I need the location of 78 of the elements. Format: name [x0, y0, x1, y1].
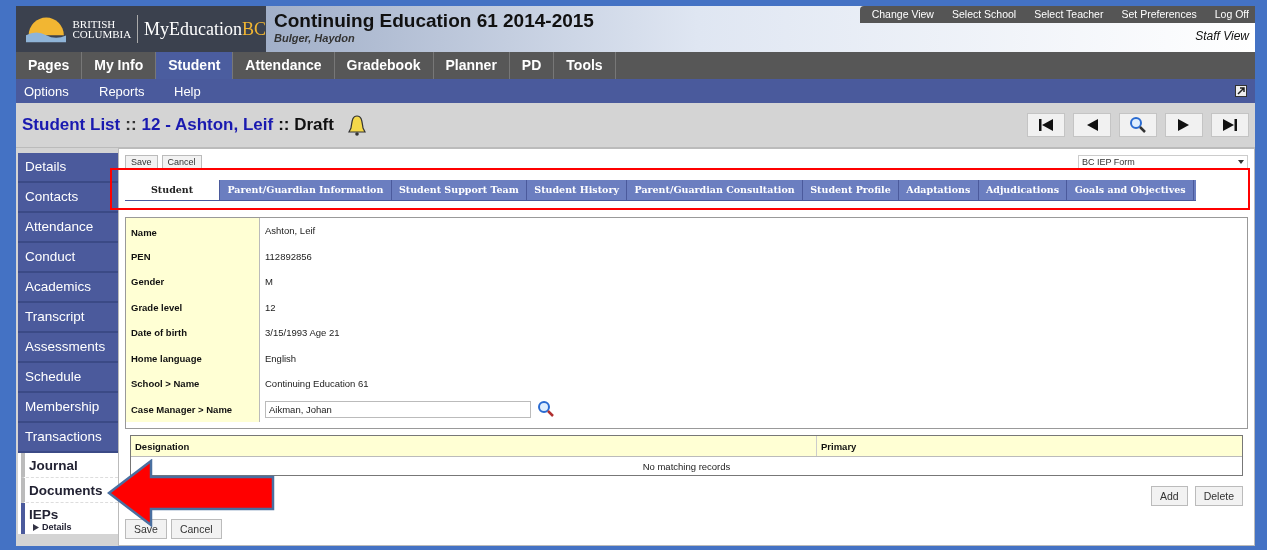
- input-field[interactable]: Aikman, Johan: [265, 400, 531, 418]
- form-tab[interactable]: Adaptations: [899, 180, 979, 200]
- school-title: Continuing Education 61 2014-2015: [274, 10, 594, 32]
- field-label: Home language: [126, 345, 260, 371]
- field-value: Continuing Education 61: [265, 378, 369, 390]
- bell-icon: [346, 114, 367, 136]
- menu-link[interactable]: Options: [24, 83, 99, 99]
- next-record-button[interactable]: [1165, 113, 1203, 137]
- field-label: PEN: [126, 243, 260, 269]
- logo-text: BRITISH: [72, 19, 117, 29]
- field-label: Date of birth: [126, 320, 260, 346]
- field-value: Ashton, Leif: [265, 225, 316, 237]
- side-tab[interactable]: Membership: [18, 393, 118, 423]
- form-tab[interactable]: Parent/Guardian Consultation: [627, 180, 803, 200]
- field-label: Gender: [126, 269, 260, 295]
- header-link[interactable]: Select Teacher: [1034, 8, 1104, 20]
- record-status: :: Draft: [278, 115, 334, 135]
- breadcrumb-link[interactable]: 12 - Ashton, Leif: [141, 115, 274, 135]
- logo-text: MyEducationBC: [144, 18, 266, 40]
- back-icon: [1085, 118, 1099, 132]
- skip-forward-icon: [1222, 118, 1238, 132]
- field-value: M: [265, 276, 273, 288]
- column-header: Designation: [131, 436, 817, 456]
- menu-link[interactable]: Reports: [99, 83, 174, 99]
- first-record-button[interactable]: [1027, 113, 1065, 137]
- field-label: Case Manager > Name: [126, 396, 260, 422]
- form-tab[interactable]: Student: [125, 180, 221, 200]
- logo-text: COLUMBIA: [72, 29, 132, 39]
- form-button[interactable]: Save: [125, 519, 167, 539]
- form-button[interactable]: Cancel: [161, 155, 202, 169]
- side-tab[interactable]: Details: [18, 153, 118, 183]
- form-button[interactable]: Cancel: [170, 519, 222, 539]
- search-icon[interactable]: [537, 400, 555, 419]
- form-tab[interactable]: Student History: [527, 180, 628, 200]
- side-tab[interactable]: Academics: [18, 273, 118, 303]
- side-tab[interactable]: Transactions: [18, 423, 118, 453]
- form-tab[interactable]: Adjudications: [978, 180, 1068, 200]
- breadcrumb-link[interactable]: Student List: [22, 115, 121, 135]
- field-label: Grade level: [126, 294, 260, 320]
- header-link[interactable]: Log Off: [1214, 8, 1249, 20]
- table-button[interactable]: Delete: [1194, 486, 1243, 506]
- view-label: Staff View: [1195, 28, 1251, 43]
- field-value: English: [265, 352, 297, 364]
- form-tab[interactable]: Goals and Objectives: [1067, 180, 1194, 200]
- side-tab[interactable]: Assessments: [18, 333, 118, 363]
- field-label: School > Name: [126, 371, 260, 397]
- triangle-icon: [33, 523, 39, 531]
- field-label: Name: [126, 218, 260, 244]
- empty-message: No matching records: [642, 460, 731, 472]
- field-value: 3/15/1993 Age 21: [265, 327, 340, 339]
- last-record-button[interactable]: [1211, 113, 1249, 137]
- search-icon: [1129, 116, 1147, 134]
- header-link[interactable]: Change View: [871, 8, 934, 20]
- search-button[interactable]: [1119, 113, 1157, 137]
- menu-link[interactable]: Help: [174, 83, 249, 99]
- form-button[interactable]: Save: [125, 155, 158, 169]
- form-tab[interactable]: Student Profile: [802, 180, 900, 200]
- forward-icon: [1177, 118, 1191, 132]
- side-tab[interactable]: Attendance: [18, 213, 118, 243]
- field-value: 112892856: [265, 250, 312, 262]
- side-tab[interactable]: Contacts: [18, 183, 118, 213]
- previous-record-button[interactable]: [1073, 113, 1111, 137]
- table-button[interactable]: Add: [1150, 486, 1188, 506]
- header-link[interactable]: Set Preferences: [1121, 8, 1197, 20]
- user-name: Bulger, Haydon: [274, 32, 356, 44]
- side-tab[interactable]: Conduct: [18, 243, 118, 273]
- form-select[interactable]: BC IEP Form: [1078, 155, 1248, 169]
- form-tab[interactable]: Parent/Guardian Information: [220, 180, 392, 200]
- breadcrumb-separator: ::: [125, 115, 137, 135]
- side-tab[interactable]: Schedule: [18, 363, 118, 393]
- form-tab[interactable]: Student Support Team: [391, 180, 527, 200]
- header-link[interactable]: Select School: [951, 8, 1017, 20]
- side-tab[interactable]: Transcript: [18, 303, 118, 333]
- popout-icon[interactable]: [1235, 85, 1247, 97]
- field-value: 12: [265, 301, 276, 313]
- skip-back-icon: [1038, 118, 1054, 132]
- column-header: Primary: [820, 439, 857, 454]
- nav-tab[interactable]: Student: [156, 52, 234, 79]
